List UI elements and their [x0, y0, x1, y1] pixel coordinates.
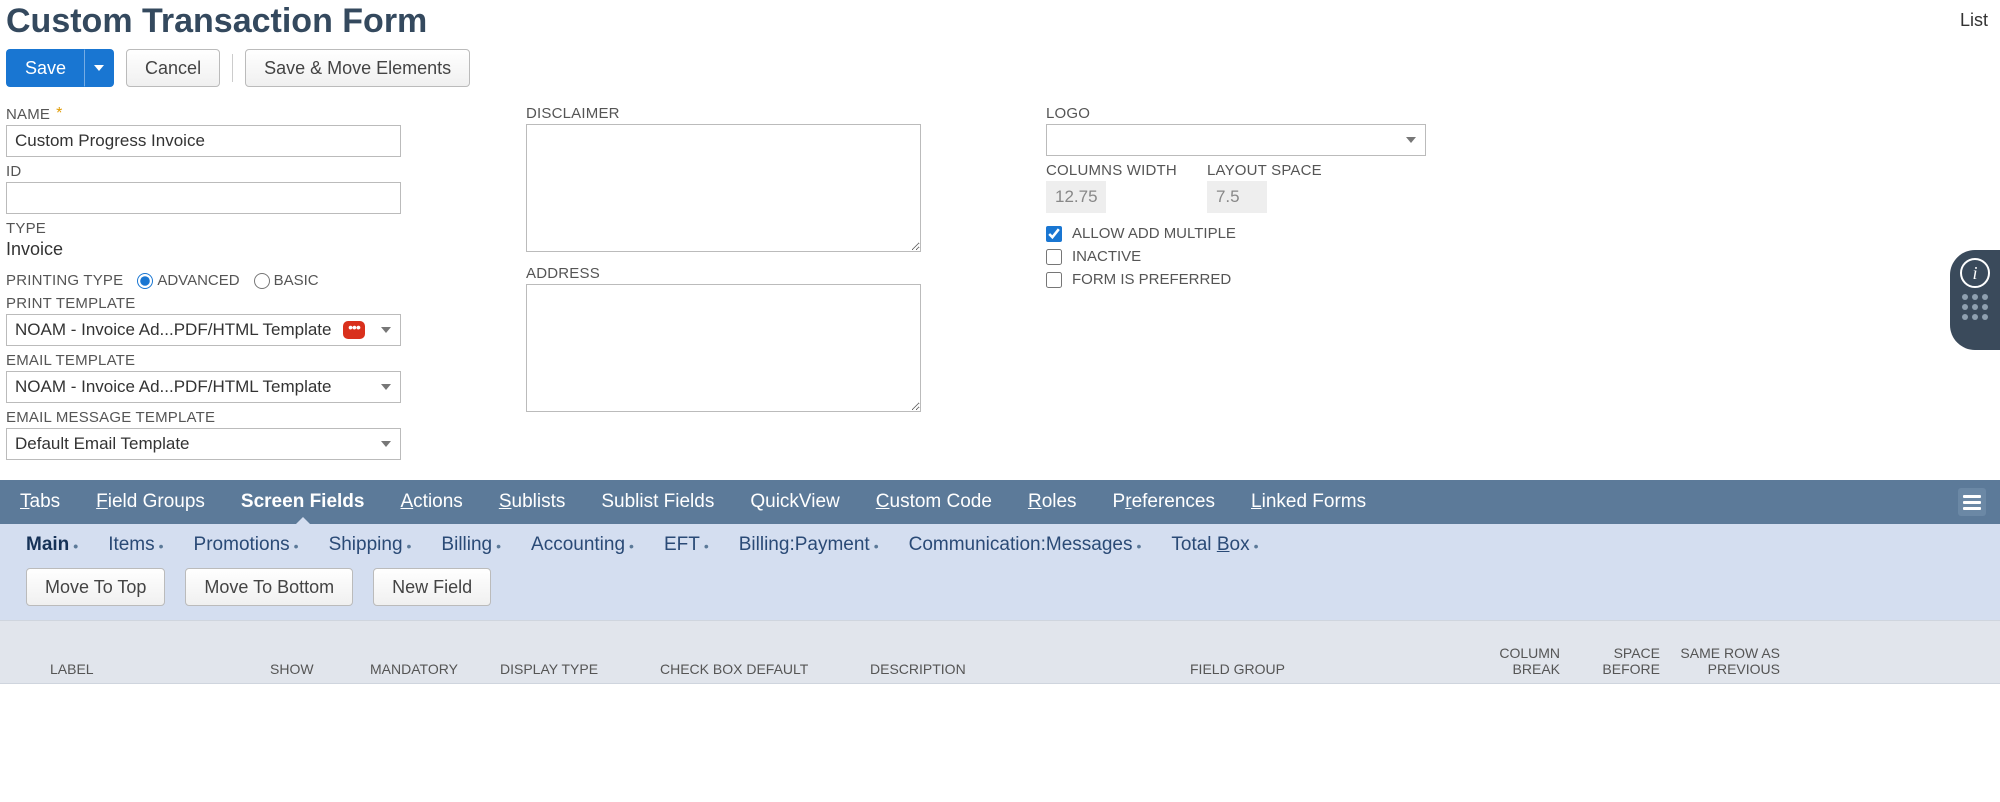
grid-header-row: LABEL SHOW MANDATORY DISPLAY TYPE CHECK …: [0, 620, 2000, 684]
chevron-down-icon: [381, 327, 391, 333]
name-label: NAME*: [6, 105, 406, 123]
cancel-button[interactable]: Cancel: [126, 49, 220, 87]
page-title: Custom Transaction Form: [6, 0, 427, 49]
type-value: Invoice: [6, 237, 406, 266]
tab-custom-code[interactable]: Custom Code: [876, 480, 992, 524]
email-msg-template-select[interactable]: Default Email Template: [6, 428, 401, 460]
tab-screen-fields[interactable]: Screen Fields: [241, 480, 365, 524]
chevron-down-icon: [1406, 137, 1416, 143]
tab-field-groups[interactable]: Field Groups: [96, 480, 205, 524]
inactive-label: INACTIVE: [1072, 248, 1141, 265]
columns-width-label: COLUMNS WIDTH: [1046, 162, 1177, 179]
type-label: TYPE: [6, 220, 406, 237]
col-label[interactable]: LABEL: [40, 661, 260, 677]
layout-space-input[interactable]: [1207, 181, 1267, 213]
list-link[interactable]: List: [1960, 0, 1988, 31]
help-pill[interactable]: i: [1950, 250, 2000, 350]
tab-tabs[interactable]: Tabs: [20, 480, 60, 524]
subtab-marker-icon: •: [159, 538, 164, 554]
col-space-before[interactable]: SPACE BEFORE: [1570, 645, 1670, 677]
action-bar: Save Cancel Save & Move Elements: [0, 49, 2000, 105]
printing-basic-radio[interactable]: BASIC: [254, 272, 319, 289]
tab-actions[interactable]: Actions: [400, 480, 462, 524]
save-dropdown-button[interactable]: [84, 49, 114, 87]
subtab-communication-messages[interactable]: Communication:Messages•: [909, 534, 1142, 556]
email-template-select[interactable]: NOAM - Invoice Ad...PDF/HTML Template: [6, 371, 401, 403]
col-same-row[interactable]: SAME ROW AS PREVIOUS: [1670, 645, 1790, 677]
id-label: ID: [6, 163, 406, 180]
tab-quickview[interactable]: QuickView: [750, 480, 839, 524]
logo-select[interactable]: [1046, 124, 1426, 156]
allow-add-multiple-checkbox[interactable]: [1046, 226, 1062, 242]
tab-roles[interactable]: Roles: [1028, 480, 1077, 524]
col-mandatory[interactable]: MANDATORY: [360, 661, 490, 677]
move-to-bottom-button[interactable]: Move To Bottom: [185, 568, 353, 606]
address-textarea[interactable]: [526, 284, 921, 412]
col-description[interactable]: DESCRIPTION: [860, 661, 1180, 677]
disclaimer-textarea[interactable]: [526, 124, 921, 252]
print-template-select[interactable]: NOAM - Invoice Ad...PDF/HTML Template ••…: [6, 314, 401, 346]
template-alert-badge[interactable]: •••: [343, 321, 365, 339]
col-display-type[interactable]: DISPLAY TYPE: [490, 661, 650, 677]
email-msg-template-label: EMAIL MESSAGE TEMPLATE: [6, 409, 406, 426]
info-icon: i: [1960, 258, 1990, 288]
col-field-group[interactable]: FIELD GROUP: [1180, 661, 1460, 677]
layout-space-label: LAYOUT SPACE: [1207, 162, 1322, 179]
subtab-marker-icon: •: [629, 538, 634, 554]
subtab-total-box[interactable]: Total Box•: [1171, 534, 1258, 556]
tab-preferences[interactable]: Preferences: [1113, 480, 1215, 524]
tab-linked-forms[interactable]: Linked Forms: [1251, 480, 1366, 524]
tab-sublist-fields[interactable]: Sublist Fields: [601, 480, 714, 524]
subtab-shipping[interactable]: Shipping•: [329, 534, 412, 556]
col-column-break[interactable]: COLUMN BREAK: [1460, 645, 1570, 677]
col-show[interactable]: SHOW: [260, 661, 360, 677]
form-preferred-checkbox[interactable]: [1046, 272, 1062, 288]
subtab-marker-icon: •: [1254, 538, 1259, 554]
subtab-marker-icon: •: [704, 538, 709, 554]
divider: [232, 54, 233, 82]
save-button[interactable]: Save: [6, 49, 84, 87]
printing-type-label: PRINTING TYPE: [6, 272, 123, 289]
disclaimer-label: DISCLAIMER: [526, 105, 926, 122]
printing-advanced-radio[interactable]: ADVANCED: [137, 272, 239, 289]
subtab-items[interactable]: Items•: [108, 534, 163, 556]
chevron-down-icon: [381, 384, 391, 390]
name-input[interactable]: [6, 125, 401, 157]
columns-width-input[interactable]: [1046, 181, 1106, 213]
subtab-marker-icon: •: [496, 538, 501, 554]
chevron-down-icon: [381, 441, 391, 447]
col-checkbox-default[interactable]: CHECK BOX DEFAULT: [650, 661, 860, 677]
layout-options-icon[interactable]: [1958, 488, 1986, 516]
subtab-marker-icon: •: [407, 538, 412, 554]
primary-tab-bar: Tabs Field Groups Screen Fields Actions Subl…: [0, 480, 2000, 524]
allow-add-multiple-label: ALLOW ADD MULTIPLE: [1072, 225, 1236, 242]
print-template-label: PRINT TEMPLATE: [6, 295, 406, 312]
subtab-billing[interactable]: Billing•: [441, 534, 501, 556]
address-label: ADDRESS: [526, 265, 926, 282]
required-star-icon: *: [56, 105, 62, 123]
id-input[interactable]: [6, 182, 401, 214]
logo-label: LOGO: [1046, 105, 1446, 122]
subtab-eft[interactable]: EFT•: [664, 534, 709, 556]
subtab-main[interactable]: Main•: [26, 534, 78, 556]
save-move-button[interactable]: Save & Move Elements: [245, 49, 470, 87]
subtab-marker-icon: •: [1136, 538, 1141, 554]
subtab-marker-icon: •: [294, 538, 299, 554]
inactive-checkbox[interactable]: [1046, 249, 1062, 265]
printing-basic-input[interactable]: [254, 273, 270, 289]
form-preferred-label: FORM IS PREFERRED: [1072, 271, 1231, 288]
tab-sublists[interactable]: Sublists: [499, 480, 566, 524]
email-template-label: EMAIL TEMPLATE: [6, 352, 406, 369]
caret-down-icon: [94, 65, 104, 71]
move-to-top-button[interactable]: Move To Top: [26, 568, 165, 606]
subtab-promotions[interactable]: Promotions•: [194, 534, 299, 556]
subtab-marker-icon: •: [874, 538, 879, 554]
subtab-accounting[interactable]: Accounting•: [531, 534, 634, 556]
new-field-button[interactable]: New Field: [373, 568, 491, 606]
subtab-marker-icon: •: [73, 538, 78, 554]
subtab-billing-payment[interactable]: Billing:Payment•: [739, 534, 879, 556]
keypad-icon: [1962, 294, 1988, 320]
printing-advanced-input[interactable]: [137, 273, 153, 289]
